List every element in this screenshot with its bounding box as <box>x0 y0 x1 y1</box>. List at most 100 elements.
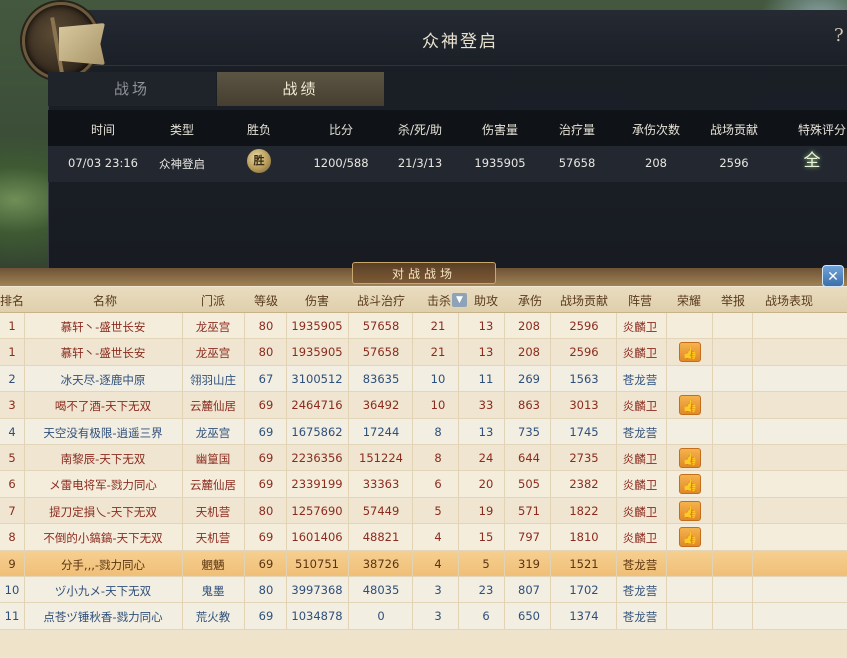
column-divider <box>182 418 183 445</box>
column-divider <box>666 418 667 445</box>
column-divider <box>182 550 183 577</box>
column-divider <box>752 471 753 498</box>
column-divider <box>666 603 667 630</box>
cell-player-name[interactable]: 南黎辰-天下无双 <box>26 451 180 467</box>
th-sect[interactable]: 门派 <box>186 292 240 309</box>
cell-camp: 炎麟卫 <box>622 504 658 519</box>
tab-record[interactable]: 战绩 <box>217 72 384 106</box>
record-damage: 1935905 <box>474 156 526 170</box>
victory-badge-icon: 胜 <box>247 149 271 173</box>
column-divider <box>412 365 413 392</box>
thumbs-up-icon[interactable]: 👍 <box>679 500 701 521</box>
column-divider <box>712 313 713 339</box>
cell-taken: 269 <box>518 371 540 386</box>
cell-assists: 5 <box>482 556 490 571</box>
cell-camp: 炎麟卫 <box>622 320 658 334</box>
th-level[interactable]: 等级 <box>246 292 286 309</box>
cell-player-name[interactable]: メ雷电将军-戮力同心 <box>26 477 180 493</box>
th-contribution[interactable]: 战场贡献 <box>552 292 616 309</box>
th-healing[interactable]: 战斗治疗 <box>348 292 414 309</box>
cell-player-name[interactable]: 分手,,,-戮力同心 <box>26 557 180 573</box>
column-divider <box>550 392 551 419</box>
cell-contribution: 1810 <box>569 530 599 545</box>
cell-rank: 6 <box>8 477 16 492</box>
close-button[interactable]: ✕ <box>822 265 844 287</box>
cell-rank: 5 <box>8 450 16 465</box>
table-row[interactable]: 7 提刀定損乀-天下无双 天机营 80 1257690 57449 5 19 571 1822 炎麟… <box>0 497 847 525</box>
cell-healing: 36492 <box>362 398 400 413</box>
column-divider <box>752 576 753 603</box>
column-divider <box>550 471 551 498</box>
thumbs-up-icon[interactable]: 👍 <box>679 474 701 495</box>
column-divider <box>412 471 413 498</box>
th-rank[interactable]: 排名 <box>0 292 24 309</box>
record-row[interactable]: 07/03 23:16 众神登启 胜 1200/588 21/3/13 1935… <box>48 146 847 182</box>
table-row[interactable]: 1 慕轩丶-盛世长安 龙巫宫 80 1935905 57658 21 13 208 2596 炎麟卫 <box>0 313 847 340</box>
column-divider <box>182 497 183 524</box>
cell-contribution: 2596 <box>569 319 599 333</box>
header-kda: 杀/死/助 <box>397 123 443 137</box>
sort-down-icon[interactable]: ▼ <box>452 293 467 307</box>
cell-damage: 510751 <box>295 556 339 571</box>
column-divider <box>412 603 413 630</box>
th-assists[interactable]: 助攻 <box>466 292 506 309</box>
cell-player-name[interactable]: 慕轩丶-盛世长安 <box>26 345 180 361</box>
cell-player-name[interactable]: 提刀定損乀-天下无双 <box>26 504 180 520</box>
cell-player-name[interactable]: 慕轩丶-盛世长安 <box>26 319 180 335</box>
cell-camp: 炎麟卫 <box>622 531 658 546</box>
th-taken[interactable]: 承伤 <box>510 292 550 309</box>
cell-sect: 云麓仙居 <box>190 478 236 493</box>
cell-player-name[interactable]: 不倒的小鎬鎬-天下无双 <box>26 530 180 546</box>
table-row[interactable]: 3 喝不了酒-天下无双 云麓仙居 69 2464716 36492 10 33 863 3013 炎… <box>0 392 847 419</box>
th-name[interactable]: 名称 <box>70 292 140 309</box>
table-row[interactable]: 2 冰天尽-逐鹿中原 翎羽山庄 67 3100512 83635 10 11 269 1563 苍龙… <box>0 365 847 393</box>
cell-contribution: 2596 <box>569 345 599 360</box>
column-divider <box>752 550 753 577</box>
column-divider <box>666 392 667 419</box>
th-damage[interactable]: 伤害 <box>290 292 344 309</box>
table-row[interactable]: 5 南黎辰-天下无双 幽篁国 69 2236356 151224 8 24 644 2735 炎麟卫… <box>0 444 847 472</box>
th-kills[interactable]: 击杀 <box>422 292 456 309</box>
table-row[interactable]: 10 ヅ小九メ-天下无双 鬼墨 80 3997368 48035 3 23 807 1702 苍龙营 <box>0 576 847 604</box>
cell-level: 69 <box>258 450 274 465</box>
cell-player-name[interactable]: ヅ小九メ-天下无双 <box>26 583 180 599</box>
table-row[interactable]: 11 点苍ヅ锤秋香-戮力同心 荒火教 69 1034878 0 3 6 650 1374 苍龙营 <box>0 603 847 630</box>
record-hits-taken: 208 <box>645 156 667 170</box>
cell-contribution: 1563 <box>569 371 599 386</box>
cell-level: 69 <box>258 556 274 571</box>
table-row[interactable]: 6 メ雷电将军-戮力同心 云麓仙居 69 2339199 33363 6 20 505 2382 炎… <box>0 471 847 498</box>
thumbs-up-icon[interactable]: 👍 <box>679 395 701 416</box>
column-divider <box>182 576 183 603</box>
table-row[interactable]: 1 慕轩丶-盛世长安 龙巫宫 80 1935905 57658 21 13 208 2596 炎麟卫… <box>0 339 847 366</box>
cell-damage: 1675862 <box>291 424 343 439</box>
header-damage: 伤害量 <box>481 123 518 137</box>
column-divider <box>752 524 753 551</box>
cell-player-name[interactable]: 天空没有极限-逍遥三界 <box>26 425 180 441</box>
thumbs-up-icon[interactable]: 👍 <box>679 527 701 548</box>
column-divider <box>458 524 459 551</box>
column-divider <box>752 418 753 445</box>
column-divider <box>458 603 459 630</box>
cell-healing: 57449 <box>362 503 400 518</box>
help-icon[interactable]: ? <box>834 25 844 46</box>
column-divider <box>752 392 753 419</box>
thumbs-up-icon[interactable]: 👍 <box>679 342 701 363</box>
cell-assists: 33 <box>478 398 494 413</box>
table-row[interactable]: 4 天空没有极限-逍遥三界 龙巫宫 69 1675862 17244 8 13 735 1745 苍… <box>0 418 847 445</box>
thumbs-up-icon[interactable]: 👍 <box>679 447 701 468</box>
cell-player-name[interactable]: 冰天尽-逐鹿中原 <box>26 372 180 388</box>
column-divider <box>458 444 459 471</box>
cell-level: 80 <box>258 345 274 360</box>
column-divider <box>348 392 349 419</box>
table-row[interactable]: 9 分手,,,-戮力同心 魍魉 69 510751 38726 4 5 319 1521 苍龙营 <box>0 550 847 577</box>
tab-battlefield[interactable]: 战场 <box>48 72 216 106</box>
cell-player-name[interactable]: 点苍ヅ锤秋香-戮力同心 <box>26 609 180 625</box>
th-honor: 荣耀 <box>676 294 701 308</box>
th-camp[interactable]: 阵营 <box>618 292 662 309</box>
table-row[interactable]: 8 不倒的小鎬鎬-天下无双 天机营 69 1601406 48821 4 15 797 1810 炎… <box>0 524 847 551</box>
column-divider <box>666 444 667 471</box>
column-divider <box>550 576 551 603</box>
cell-damage: 1935905 <box>291 319 343 333</box>
column-divider <box>24 392 25 419</box>
cell-player-name[interactable]: 喝不了酒-天下无双 <box>26 398 180 414</box>
